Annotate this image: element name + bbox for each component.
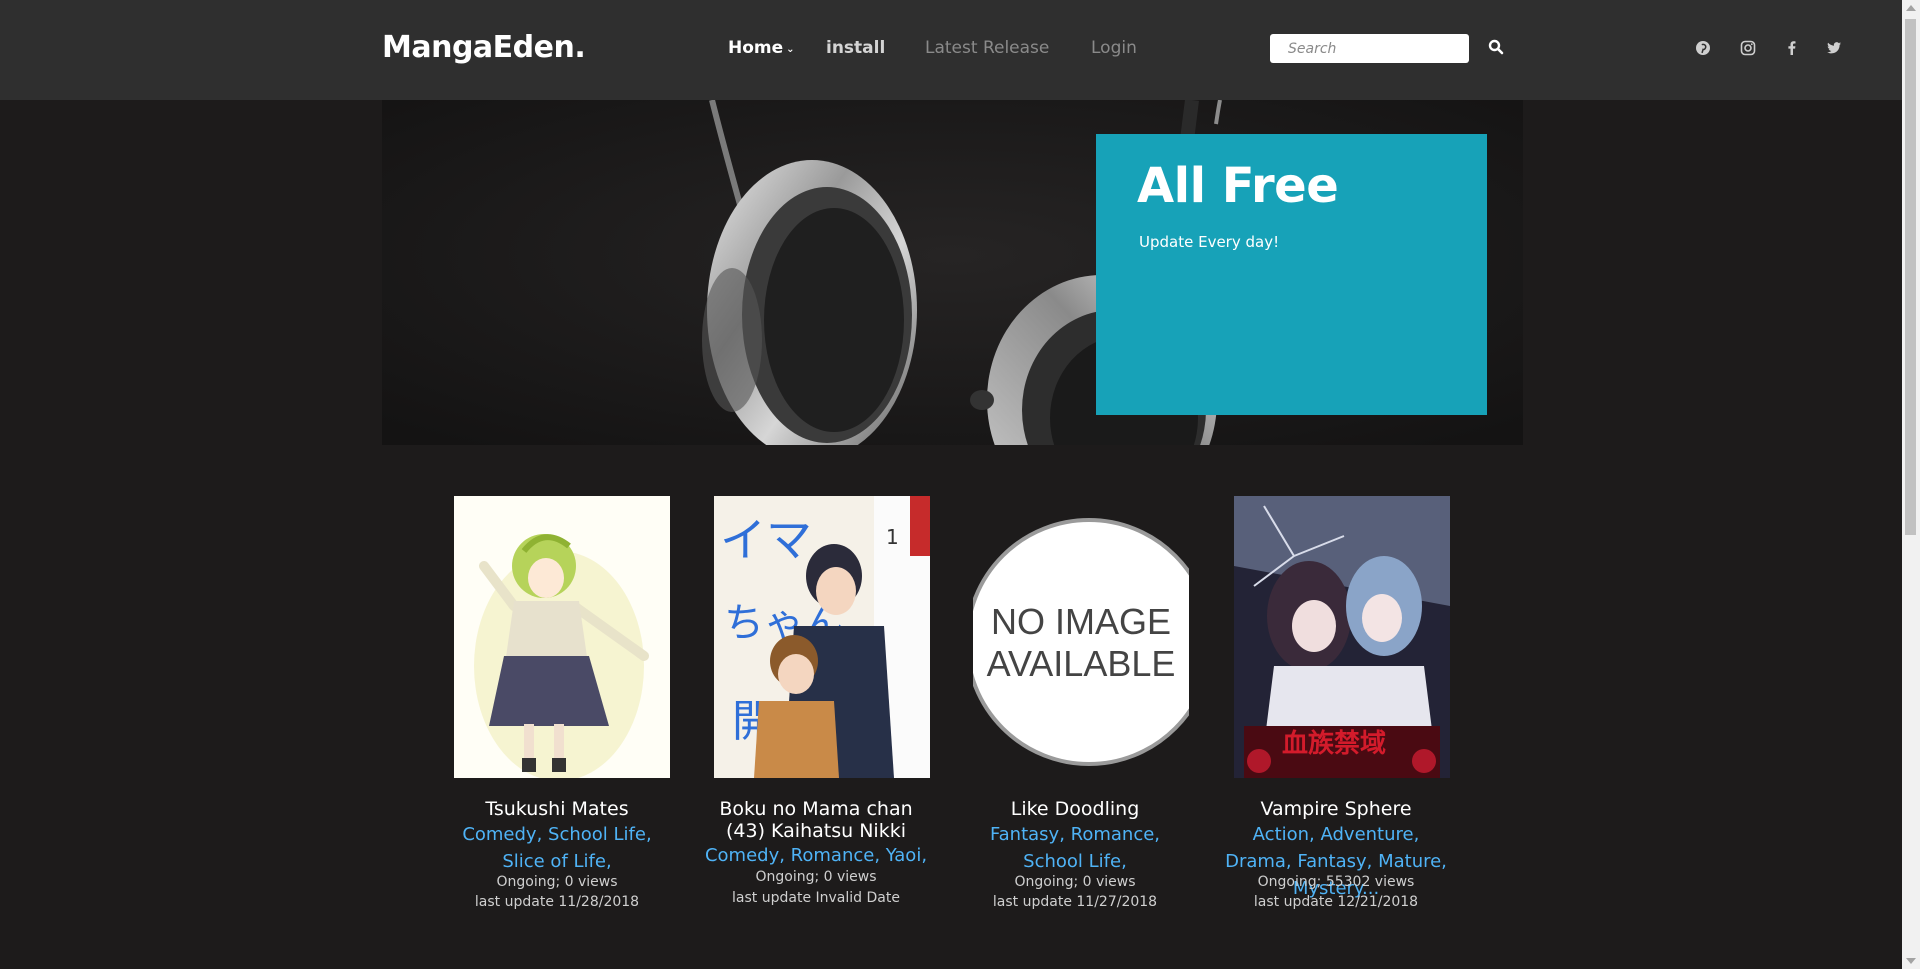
site-logo[interactable]: MangaEden. [382,30,586,65]
manga-cover-placeholder[interactable]: NO IMAGE AVAILABLE [973,496,1189,778]
search-icon[interactable] [1488,39,1508,59]
manga-genres[interactable]: Fantasy, Romance, School Life, [960,821,1190,875]
manga-cover[interactable] [454,496,670,778]
manga-genres[interactable]: Comedy, Romance, Yaoi, [701,842,931,869]
svg-text:1: 1 [886,525,899,549]
pinterest-icon[interactable] [1695,40,1713,58]
scrollbar-thumb[interactable] [1905,19,1916,535]
page-scrollbar[interactable] [1902,0,1920,969]
manga-title[interactable]: Tsukushi Mates [442,798,672,820]
manga-status: Ongoing; 0 views [1014,874,1136,890]
manga-title[interactable]: Boku no Mama chan (43) Kaihatsu Nikki [701,798,931,842]
twitter-icon[interactable] [1826,40,1844,58]
nav-home-label: Home [728,38,784,58]
manga-title[interactable]: Like Doodling [960,798,1190,820]
top-navbar: MangaEden. Home ⌄ install Latest Release … [0,0,1902,100]
svg-text:血族禁域: 血族禁域 [1282,728,1386,759]
manga-genres[interactable]: Comedy, School Life, Slice of Life, [442,821,672,875]
manga-title[interactable]: Vampire Sphere [1221,798,1451,820]
manga-last-update: last update 11/28/2018 [474,894,640,910]
chevron-down-icon: ⌄ [786,44,795,55]
manga-status: Ongoing; 0 views [755,869,877,885]
hero-title: All Free [1137,158,1339,214]
svg-text:イマ: イマ [720,513,812,567]
search-input[interactable] [1270,34,1469,63]
scroll-up-arrow-icon[interactable] [1906,5,1916,11]
no-image-line-2: AVAILABLE [986,643,1176,684]
nav-home-dropdown[interactable]: Home ⌄ [728,38,795,58]
hero-subtitle: Update Every day! [1139,233,1280,251]
instagram-icon[interactable] [1740,40,1758,58]
manga-status: Ongoing; 0 views [496,874,618,890]
scroll-down-arrow-icon[interactable] [1906,958,1916,964]
manga-last-update: last update Invalid Date [732,890,900,906]
manga-last-update: last update 11/27/2018 [992,894,1158,910]
manga-cover[interactable]: 血族禁域 [1234,496,1450,778]
nav-install[interactable]: install [826,38,885,58]
no-image-line-1: NO IMAGE [990,601,1172,642]
nav-latest-release[interactable]: Latest Release [925,38,1049,58]
manga-status: Ongoing; 55302 views [1257,874,1415,890]
manga-last-update: last update 12/21/2018 [1253,894,1419,910]
nav-login[interactable]: Login [1091,38,1137,58]
manga-cover[interactable]: イマ ちゃん 開発 1 [714,496,930,778]
facebook-icon[interactable] [1784,40,1802,58]
